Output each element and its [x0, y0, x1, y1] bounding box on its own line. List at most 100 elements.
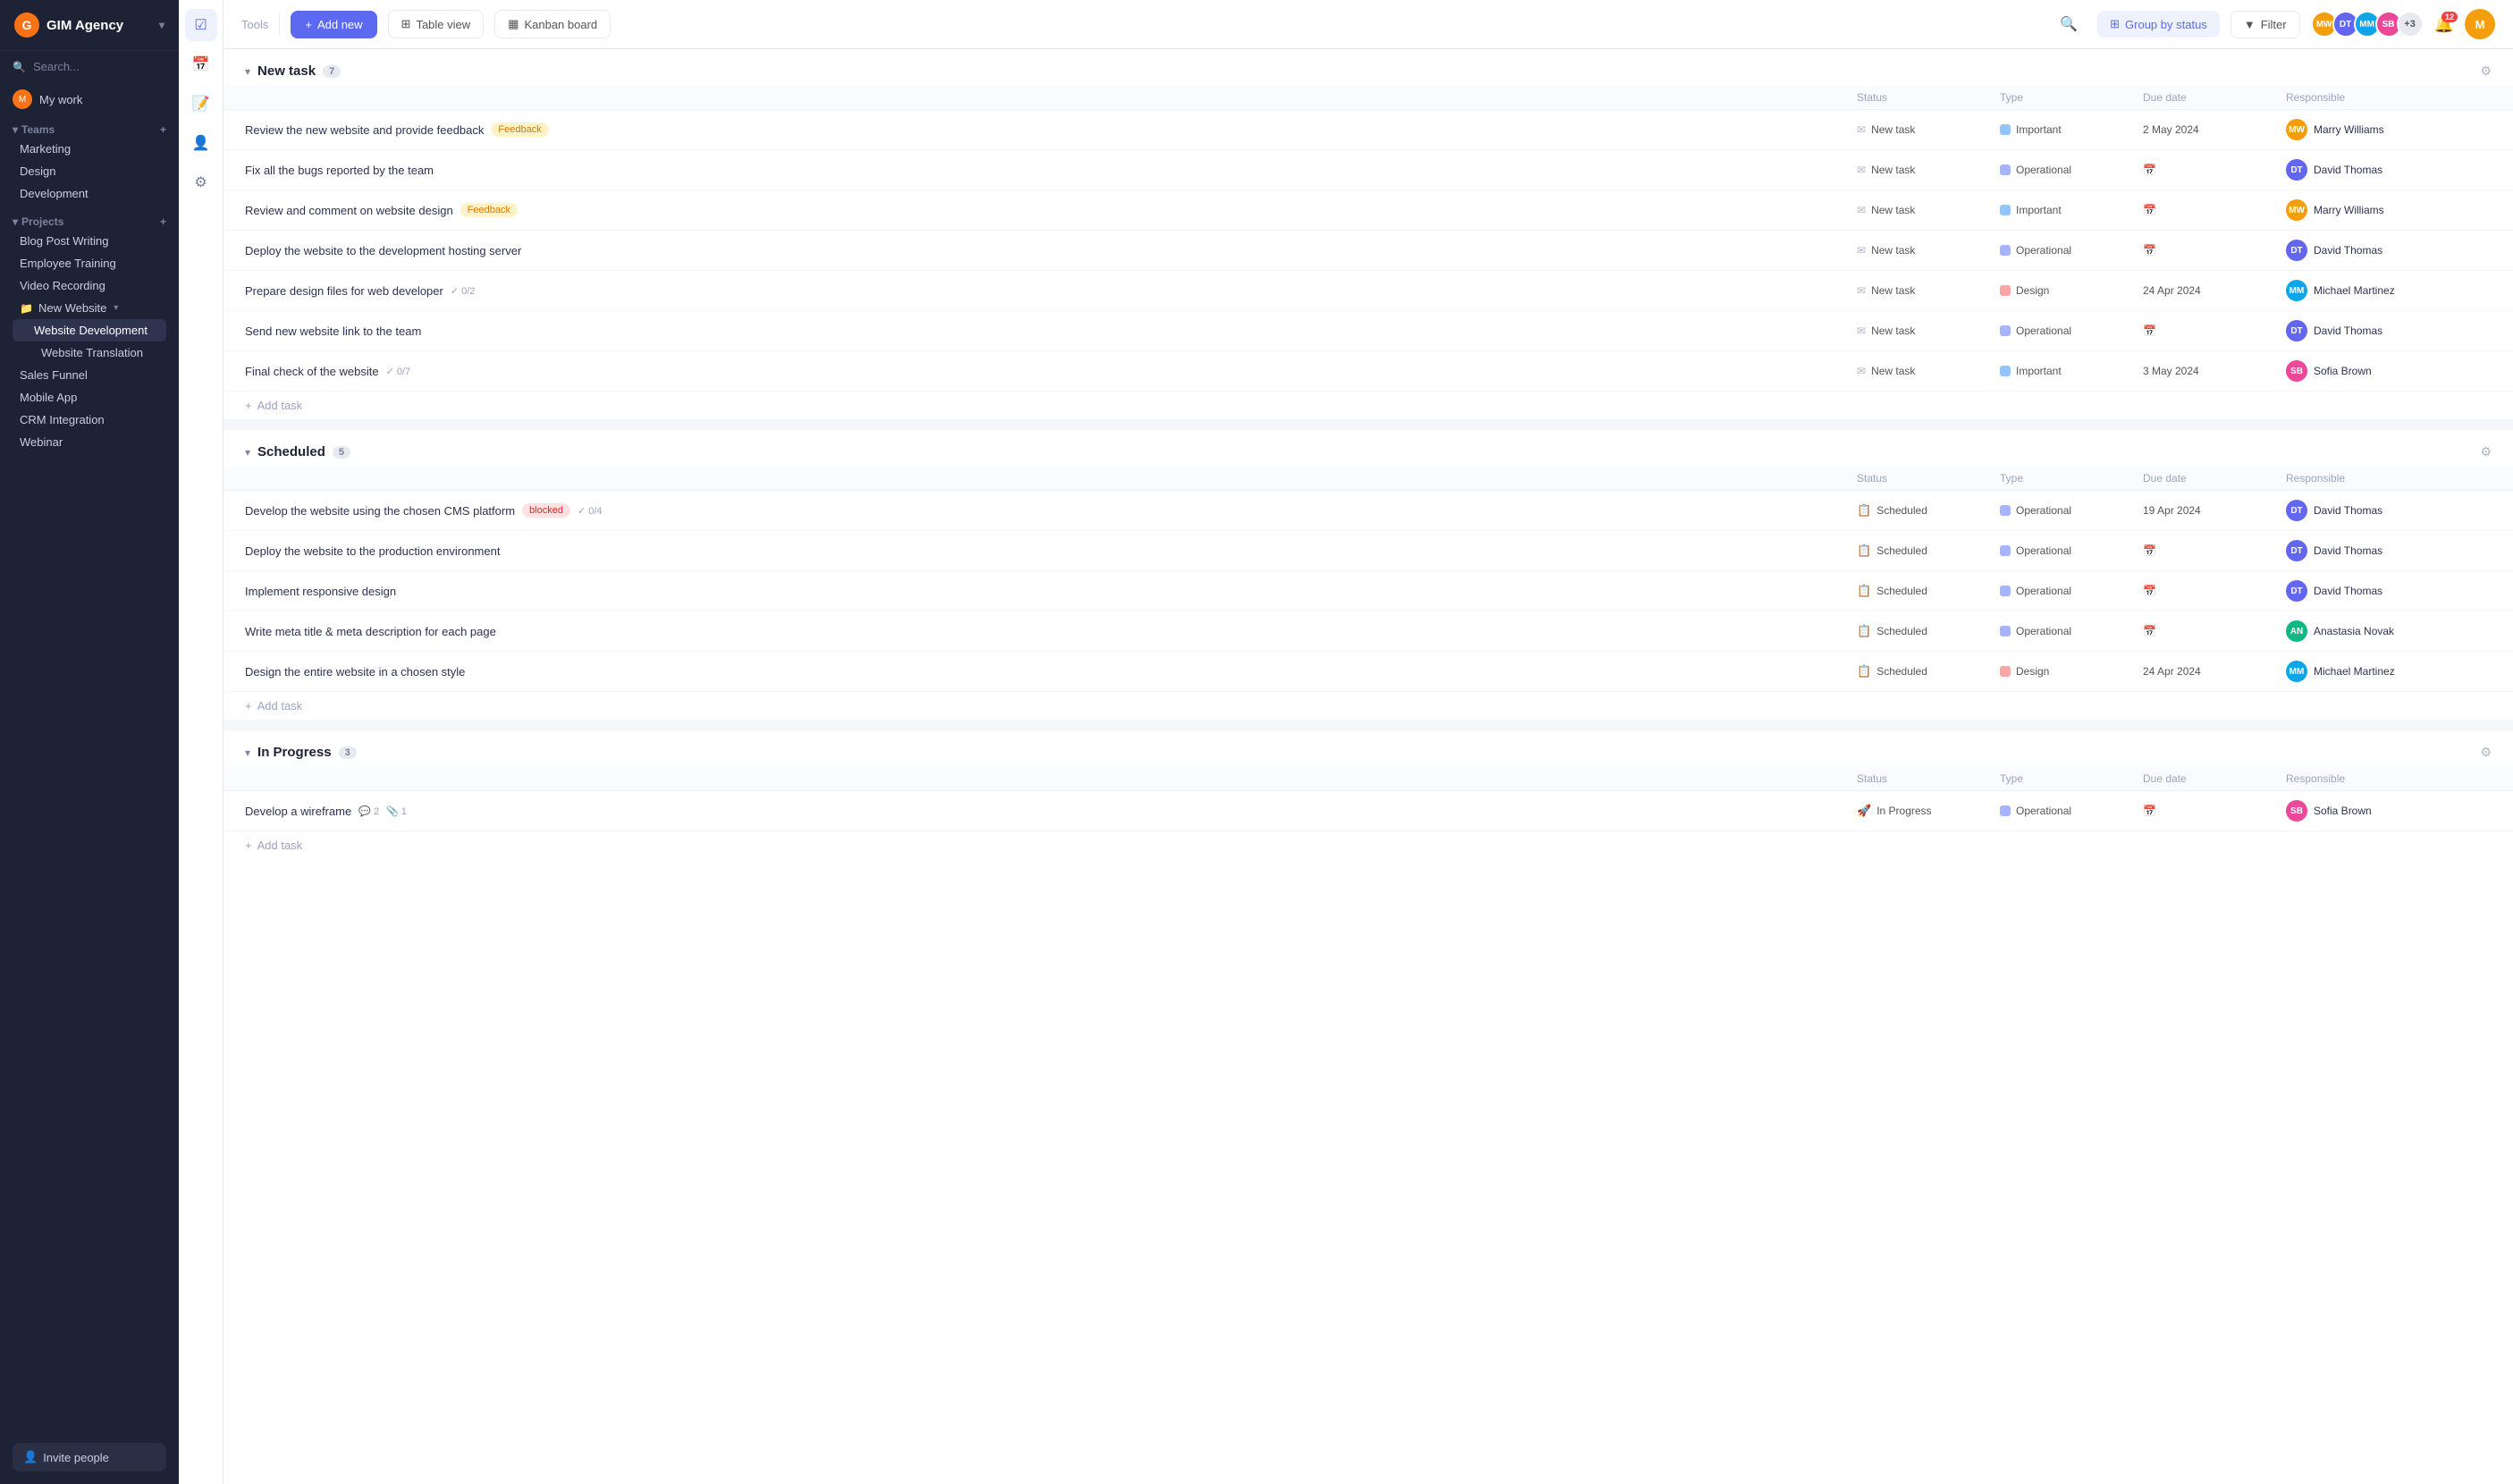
teams-section-header[interactable]: ▾ Teams +	[13, 123, 166, 136]
kanban-board-button[interactable]: ▦ Kanban board	[494, 10, 611, 38]
task-name[interactable]: Implement responsive design	[245, 585, 1857, 598]
sidebar-item-marketing[interactable]: Marketing	[13, 138, 166, 160]
in-progress-count: 3	[339, 746, 357, 759]
website-development-label: Website Development	[34, 324, 148, 337]
table-row: Fix all the bugs reported by the team ✉ …	[223, 150, 2513, 190]
type-dot	[2000, 164, 2011, 175]
table-view-button[interactable]: ⊞ Table view	[388, 10, 485, 38]
subtask-indicator: ✓ 0/4	[578, 505, 603, 517]
sidebar-item-sales-funnel[interactable]: Sales Funnel	[13, 364, 166, 386]
sidebar-item-webinar[interactable]: Webinar	[13, 431, 166, 453]
in-progress-toggle[interactable]: ▾	[245, 746, 250, 759]
icon-bar: ☑ 📅 📝 👤 ⚙	[179, 0, 223, 1484]
type-label: Important	[2016, 123, 2062, 136]
type-cell: Operational	[2000, 544, 2143, 557]
responsible-avatar: DT	[2286, 320, 2307, 341]
invite-people-button[interactable]: 👤 Invite people	[13, 1443, 166, 1471]
in-progress-col-headers: Status Type Due date Responsible	[223, 767, 2513, 791]
add-project-icon[interactable]: +	[160, 215, 166, 228]
sidebar-item-mobile-app[interactable]: Mobile App	[13, 386, 166, 409]
add-task-button-new[interactable]: + Add task	[223, 392, 2513, 419]
responsible-avatar: MW	[2286, 119, 2307, 140]
video-recording-label: Video Recording	[20, 279, 105, 292]
scheduled-icon: 📋	[1857, 584, 1871, 598]
sidebar-item-video-recording[interactable]: Video Recording	[13, 274, 166, 297]
status-label: Scheduled	[1876, 544, 1927, 557]
due-cell: 📅	[2143, 244, 2286, 257]
col-header-due: Due date	[2143, 91, 2286, 104]
sidebar-item-development[interactable]: Development	[13, 182, 166, 205]
filter-button[interactable]: ▼ Filter	[2230, 11, 2300, 38]
envelope-icon: ✉	[1857, 325, 1866, 337]
scheduled-toggle[interactable]: ▾	[245, 446, 250, 459]
task-name[interactable]: Fix all the bugs reported by the team	[245, 164, 1857, 177]
section-divider	[223, 720, 2513, 730]
task-name[interactable]: Develop the website using the chosen CMS…	[245, 503, 1857, 518]
user-avatar-button[interactable]: M	[2465, 9, 2495, 39]
settings-icon[interactable]: ⚙	[185, 166, 217, 198]
sidebar-item-website-translation[interactable]: Website Translation	[13, 341, 166, 364]
task-name[interactable]: Design the entire website in a chosen st…	[245, 665, 1857, 679]
add-task-button-scheduled[interactable]: + Add task	[223, 692, 2513, 720]
responsible-name: Sofia Brown	[2314, 365, 2372, 377]
user-avatar: M	[13, 89, 32, 109]
tasks-icon[interactable]: ☑	[185, 9, 217, 41]
sidebar-item-crm-integration[interactable]: CRM Integration	[13, 409, 166, 431]
envelope-icon: ✉	[1857, 284, 1866, 297]
sidebar-item-new-website[interactable]: 📁 New Website ▾	[13, 297, 166, 319]
notification-button[interactable]: 🔔 12	[2434, 15, 2454, 34]
envelope-icon: ✉	[1857, 164, 1866, 176]
add-task-button-in-progress[interactable]: + Add task	[223, 831, 2513, 859]
responsible-cell: SB Sofia Brown	[2286, 800, 2465, 822]
notes-icon[interactable]: 📝	[185, 88, 217, 120]
in-progress-settings-icon[interactable]: ⚙	[2480, 745, 2492, 760]
plus-icon: +	[245, 839, 252, 852]
calendar-icon[interactable]: 📅	[185, 48, 217, 80]
sidebar-item-website-development[interactable]: Website Development	[13, 319, 166, 341]
status-cell: ✉ New task	[1857, 244, 2000, 257]
group-by-status-label: Group by status	[2125, 18, 2207, 31]
subtask-indicator: ✓ 0/2	[451, 285, 476, 297]
table-row: Final check of the website ✓ 0/7 ✉ New t…	[223, 351, 2513, 392]
teams-label: Teams	[21, 123, 55, 136]
search-bar[interactable]: 🔍 Search...	[0, 51, 179, 82]
sidebar-item-blog-post-writing[interactable]: Blog Post Writing	[13, 230, 166, 252]
add-team-icon[interactable]: +	[160, 123, 166, 136]
responsible-avatar: SB	[2286, 360, 2307, 382]
status-label: New task	[1871, 123, 1915, 136]
plus-icon: +	[245, 399, 252, 412]
group-by-status-button[interactable]: ⊞ Group by status	[2097, 11, 2220, 38]
projects-section-header[interactable]: ▾ Projects +	[13, 215, 166, 228]
due-cell: 24 Apr 2024	[2143, 665, 2286, 678]
task-name[interactable]: Develop a wireframe 💬 2 📎 1	[245, 805, 1857, 818]
scheduled-settings-icon[interactable]: ⚙	[2480, 444, 2492, 460]
new-task-toggle[interactable]: ▾	[245, 65, 250, 78]
new-task-section-title: New task	[257, 63, 316, 79]
task-name[interactable]: Send new website link to the team	[245, 325, 1857, 338]
my-work-item[interactable]: M My work	[0, 82, 179, 116]
task-name[interactable]: Deploy the website to the production env…	[245, 544, 1857, 558]
task-title: Develop the website using the chosen CMS…	[245, 504, 515, 518]
sidebar-item-design[interactable]: Design	[13, 160, 166, 182]
sidebar-item-employee-training[interactable]: Employee Training	[13, 252, 166, 274]
task-name[interactable]: Review the new website and provide feedb…	[245, 122, 1857, 137]
app-logo[interactable]: G GIM Agency ▾	[0, 0, 179, 51]
new-task-settings-icon[interactable]: ⚙	[2480, 63, 2492, 79]
scheduled-icon: 📋	[1857, 503, 1871, 518]
responsible-cell: DT David Thomas	[2286, 500, 2465, 521]
responsible-avatar: DT	[2286, 500, 2307, 521]
type-label: Operational	[2016, 164, 2071, 176]
responsible-name: Marry Williams	[2314, 123, 2384, 136]
add-new-button[interactable]: + Add new	[291, 11, 376, 38]
task-name[interactable]: Review and comment on website design Fee…	[245, 203, 1857, 217]
type-dot	[2000, 505, 2011, 516]
type-cell: Operational	[2000, 325, 2143, 337]
task-name[interactable]: Prepare design files for web developer ✓…	[245, 284, 1857, 298]
task-name[interactable]: Deploy the website to the development ho…	[245, 244, 1857, 257]
col-header-status: Status	[1857, 91, 2000, 104]
responsible-avatar: AN	[2286, 620, 2307, 642]
contacts-icon[interactable]: 👤	[185, 127, 217, 159]
task-name[interactable]: Final check of the website ✓ 0/7	[245, 365, 1857, 378]
task-name[interactable]: Write meta title & meta description for …	[245, 625, 1857, 638]
search-button[interactable]: 🔍	[2051, 9, 2087, 39]
